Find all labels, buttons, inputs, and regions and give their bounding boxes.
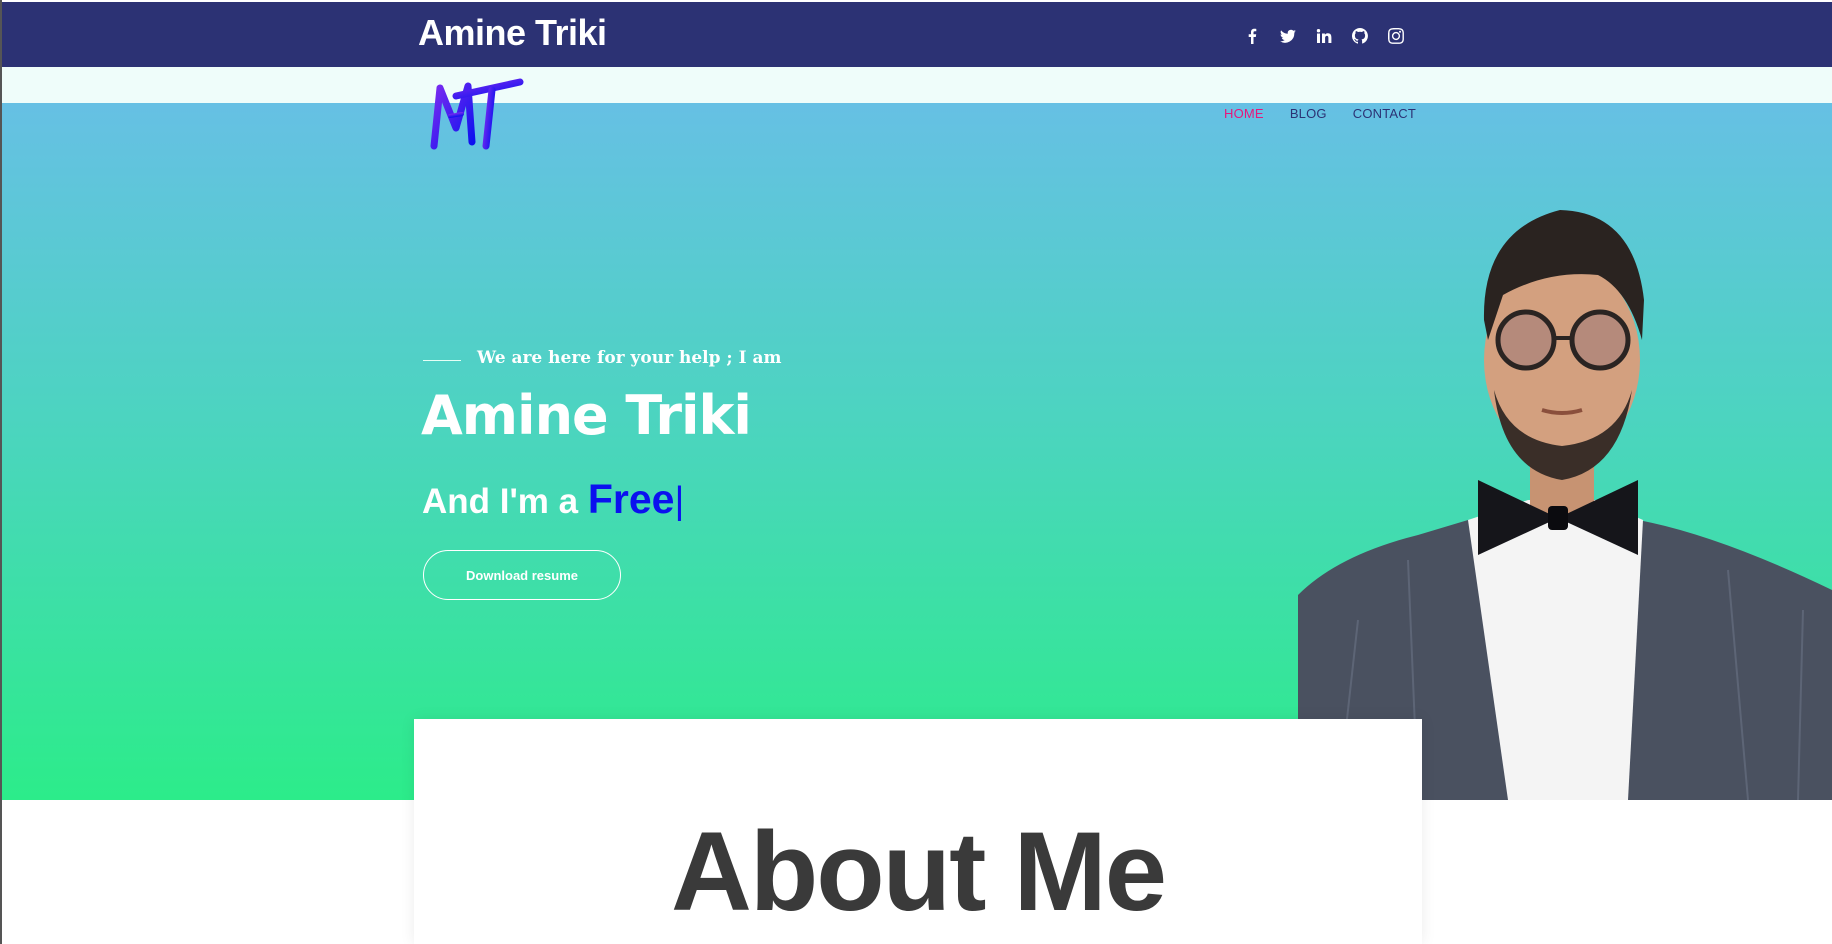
role-typed-text: Free bbox=[587, 476, 675, 522]
twitter-icon[interactable] bbox=[1276, 24, 1300, 48]
download-resume-button[interactable]: Download resume bbox=[423, 550, 621, 600]
social-links bbox=[1240, 24, 1408, 48]
hero-tagline: We are here for your help ; I am bbox=[477, 348, 782, 368]
nav-item-home[interactable]: HOME bbox=[1224, 106, 1264, 121]
nav-item-contact[interactable]: CONTACT bbox=[1353, 106, 1416, 121]
tagline-divider bbox=[423, 360, 461, 361]
github-icon[interactable] bbox=[1348, 24, 1372, 48]
hero-role: And I'm a Free| bbox=[422, 476, 684, 523]
instagram-icon[interactable] bbox=[1384, 24, 1408, 48]
top-bar: Amine Triki bbox=[2, 2, 1832, 67]
about-section: About Me bbox=[414, 719, 1422, 944]
typing-cursor: | bbox=[674, 480, 685, 522]
profile-photo bbox=[1298, 210, 1832, 800]
linkedin-icon[interactable] bbox=[1312, 24, 1336, 48]
nav-band bbox=[2, 67, 1832, 103]
amt-logo[interactable] bbox=[428, 76, 524, 152]
role-prefix: And I'm a bbox=[422, 482, 588, 521]
nav-item-blog[interactable]: BLOG bbox=[1290, 106, 1327, 121]
hero-name: Amine Triki bbox=[421, 384, 752, 447]
main-nav: HOME BLOG CONTACT bbox=[1224, 106, 1416, 121]
facebook-icon[interactable] bbox=[1240, 24, 1264, 48]
about-title: About Me bbox=[670, 809, 1167, 934]
site-title[interactable]: Amine Triki bbox=[418, 12, 607, 54]
